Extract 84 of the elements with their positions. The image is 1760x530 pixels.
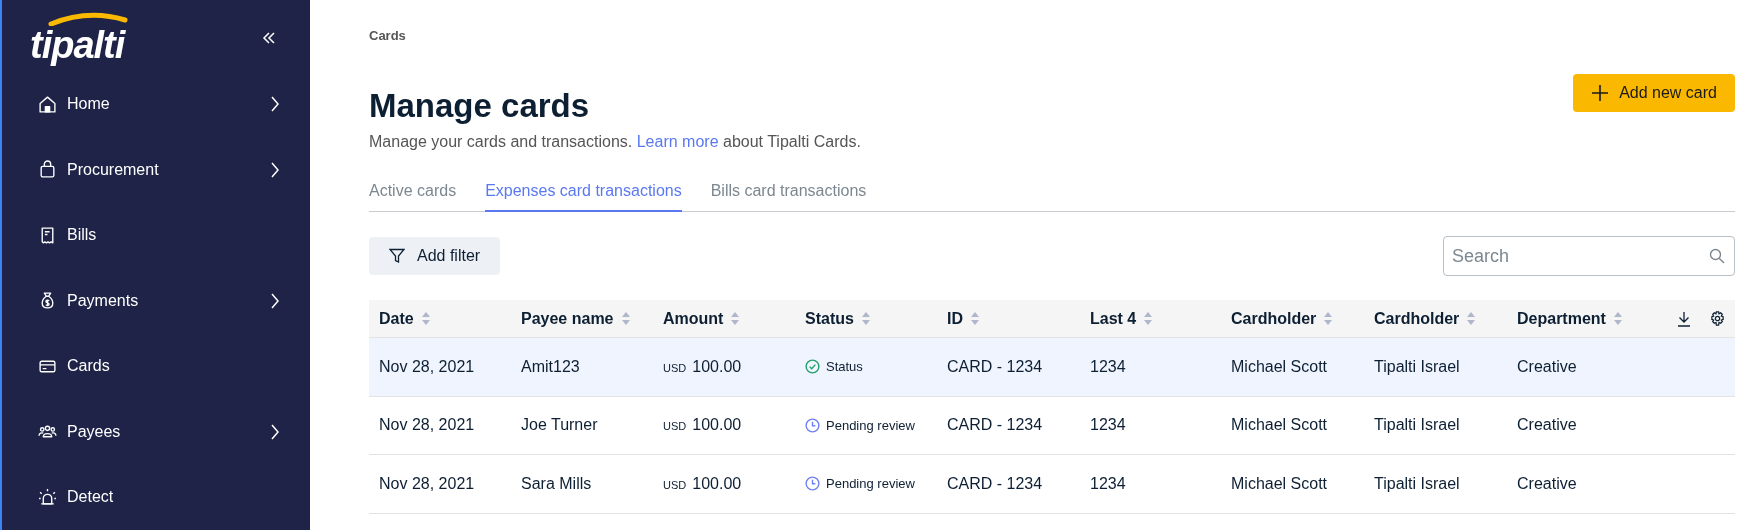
page-subtitle: Manage your cards and transactions. Learn more about Tipalti Cards. xyxy=(369,132,861,152)
nav-item[interactable]: Home xyxy=(38,71,280,137)
learn-more-link[interactable]: Learn more xyxy=(636,133,719,150)
table-cell: Creative xyxy=(1517,416,1577,434)
sort-icon[interactable] xyxy=(421,312,430,325)
tab[interactable]: Expenses card transactions xyxy=(485,176,682,212)
table-cell: Michael Scott xyxy=(1231,416,1328,434)
add-filter-button[interactable]: Add filter xyxy=(369,237,501,275)
table-cell: Nov 28, 2021 xyxy=(379,474,475,492)
column-header[interactable]: ID xyxy=(947,306,963,331)
sort-icon[interactable] xyxy=(971,312,979,325)
add-card-button[interactable]: Add new card xyxy=(1573,74,1735,112)
amount: 100.00 xyxy=(692,415,742,436)
check-circle-icon xyxy=(805,359,820,375)
search-icon[interactable] xyxy=(1709,248,1725,264)
sort-icon[interactable] xyxy=(1324,312,1333,325)
page-title: Manage cards xyxy=(369,86,591,126)
sort-icon[interactable] xyxy=(1613,312,1622,325)
status-label: Status xyxy=(826,358,863,376)
column-header[interactable]: Status xyxy=(805,306,854,331)
siren-icon xyxy=(38,487,57,507)
nav-item[interactable]: Detect xyxy=(38,464,280,530)
sort-icon[interactable] xyxy=(1144,312,1153,325)
table-cell: Tipalti Israel xyxy=(1374,416,1460,434)
status-label: Pending review xyxy=(826,475,915,493)
nav-item[interactable]: Bills xyxy=(38,202,280,268)
table-cell: Michael Scott xyxy=(1231,357,1328,375)
nav-item[interactable]: Payments xyxy=(38,268,280,334)
status-label: Pending review xyxy=(826,416,915,435)
chevron-right-icon xyxy=(270,96,280,113)
table-cell: CARD - 1234 xyxy=(947,357,1043,375)
chevron-right-icon xyxy=(270,161,280,178)
sort-icon[interactable] xyxy=(731,312,740,325)
clock-icon xyxy=(805,476,820,492)
chevron-right-icon xyxy=(270,423,280,440)
column-header[interactable]: Cardholder xyxy=(1374,306,1460,331)
table-cell: Amit123 xyxy=(521,357,580,375)
currency-code: USD xyxy=(663,477,687,493)
column-header[interactable]: Department xyxy=(1517,306,1606,331)
table-cell: Joe Turner xyxy=(521,416,598,434)
table-cell: Tipalti Israel xyxy=(1374,474,1460,492)
breadcrumb[interactable]: Cards xyxy=(369,28,1735,44)
currency-code: USD xyxy=(663,360,687,376)
currency-code: USD xyxy=(663,419,687,435)
table-cell: Tipalti Israel xyxy=(1374,357,1460,375)
sort-icon[interactable] xyxy=(621,312,630,325)
table-cell: 1234 xyxy=(1090,357,1126,375)
logo-text: tipalti xyxy=(30,25,125,64)
search-field[interactable]: Search xyxy=(1443,236,1735,276)
sort-icon[interactable] xyxy=(861,312,870,325)
settings-icon[interactable] xyxy=(1710,311,1725,326)
table-cell: Creative xyxy=(1517,474,1577,492)
plus-icon xyxy=(1591,84,1610,102)
table-cell: CARD - 1234 xyxy=(947,474,1043,492)
table-cell: Nov 28, 2021 xyxy=(379,357,475,375)
column-header[interactable]: Date xyxy=(379,306,414,331)
table-cell: Sara Mills xyxy=(521,474,592,492)
download-icon[interactable] xyxy=(1676,310,1692,327)
amount: 100.00 xyxy=(692,473,742,494)
column-header[interactable]: Last 4 xyxy=(1090,306,1137,331)
nav-item[interactable]: Procurement xyxy=(38,137,280,203)
clock-icon xyxy=(805,417,820,433)
table-cell: Nov 28, 2021 xyxy=(379,416,475,434)
tab[interactable]: Bills card transactions xyxy=(710,176,867,212)
table-cell: Michael Scott xyxy=(1231,474,1328,492)
table-row[interactable]: Nov 28, 2021 Amit123 USD 100.00 Status CARD - 1234 1234 Michael Scott Tipalti Israel Creative xyxy=(369,338,1735,397)
sort-icon[interactable] xyxy=(1467,312,1476,325)
chevron-right-icon xyxy=(270,292,280,309)
collapse-icon[interactable] xyxy=(262,30,276,45)
nav-item[interactable]: Cards xyxy=(38,333,280,399)
nav-item[interactable]: Payees xyxy=(38,399,280,465)
tab[interactable]: Active cards xyxy=(369,176,457,212)
column-header[interactable]: Amount xyxy=(663,306,724,331)
home-icon xyxy=(38,94,57,114)
column-header[interactable]: Cardholder xyxy=(1231,306,1317,331)
bag-icon xyxy=(38,160,57,180)
logo-arc-icon xyxy=(48,11,128,26)
column-header[interactable]: Payee name xyxy=(521,306,614,331)
table-cell: Creative xyxy=(1517,357,1577,375)
table-cell: 1234 xyxy=(1090,474,1126,492)
table-cell: 1234 xyxy=(1090,416,1126,434)
filter-icon xyxy=(389,248,405,264)
amount: 100.00 xyxy=(692,356,742,377)
table-cell: CARD - 1234 xyxy=(947,416,1043,434)
